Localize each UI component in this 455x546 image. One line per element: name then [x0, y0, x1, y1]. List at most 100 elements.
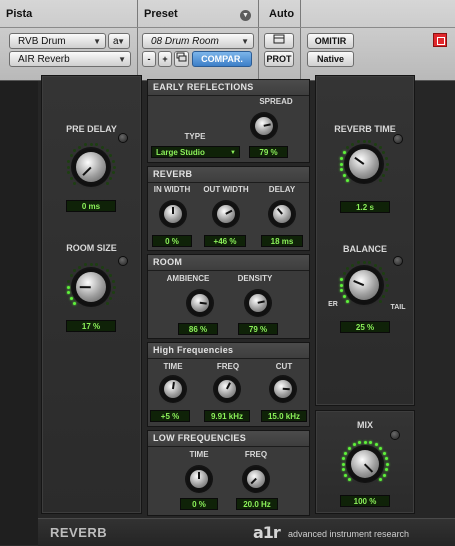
level-indicator-dot — [342, 295, 346, 298]
preset-next-button[interactable]: + — [158, 51, 172, 67]
spread-value[interactable]: 79 % — [249, 146, 288, 158]
low-frequencies-section: LOW FREQUENCIES TIME FREQ 0 % 20.0 Hz — [147, 430, 310, 516]
pre-delay-led — [119, 134, 127, 142]
track-selector[interactable]: RVB Drum ▼ — [9, 33, 106, 49]
ambience-value[interactable]: 86 % — [178, 323, 218, 335]
lf-time-label: TIME — [189, 450, 209, 459]
preset-name: 08 Drum Room — [151, 36, 219, 47]
balance-value[interactable]: 25 % — [340, 321, 390, 333]
level-indicator-dot — [342, 151, 346, 154]
hf-cut-label: CUT — [275, 362, 293, 371]
level-indicator-dot — [378, 267, 382, 271]
level-indicator-dot — [384, 456, 388, 460]
in-width-value[interactable]: 0 % — [152, 235, 192, 247]
level-indicator-dot — [378, 299, 382, 303]
lf-time-value[interactable]: 0 % — [180, 498, 218, 510]
level-indicator-dot — [378, 178, 382, 182]
omitir-button[interactable]: OMITIR — [307, 33, 354, 49]
level-indicator-dot — [101, 265, 104, 269]
level-indicator-dot — [89, 142, 93, 146]
level-indicator-dot — [363, 440, 367, 444]
level-indicator-dot — [95, 263, 99, 267]
level-indicator-dot — [342, 174, 346, 177]
level-indicator-dot — [69, 177, 73, 180]
level-indicator-dot — [379, 446, 383, 450]
level-indicator-dot — [340, 168, 344, 172]
right-column: REVERB TIME 1.2 s BALANCE ER TAIL 25 % — [315, 75, 415, 406]
high-frequencies-section: High Frequencies TIME FREQ CUT +5 % 9.91… — [147, 342, 310, 427]
level-indicator-dot — [101, 145, 104, 149]
level-indicator-dot — [378, 146, 382, 150]
preset-selector[interactable]: 08 Drum Room ▼ — [142, 33, 254, 49]
level-indicator-dot — [382, 451, 386, 455]
level-indicator-dot — [346, 178, 350, 182]
mix-value[interactable]: 100 % — [340, 495, 390, 507]
out-width-value[interactable]: +46 % — [204, 235, 246, 247]
balance-label: BALANCE — [343, 244, 387, 254]
hf-time-value[interactable]: +5 % — [150, 410, 190, 422]
knob-cap — [273, 205, 291, 223]
type-selector[interactable]: Large Studio ▼ — [151, 146, 240, 158]
plugin-selector[interactable]: AIR Reverb ▼ — [9, 51, 131, 67]
level-indicator-dot — [384, 168, 388, 172]
level-indicator-dot — [385, 462, 389, 466]
level-indicator-dot — [340, 156, 344, 160]
level-indicator-dot — [105, 269, 109, 273]
preset-menu-icon[interactable]: ▼ — [240, 10, 251, 21]
level-indicator-dot — [339, 283, 343, 287]
hf-time-label: TIME — [163, 362, 183, 371]
chevron-down-icon: ▼ — [118, 55, 126, 64]
level-indicator-dot — [67, 291, 71, 295]
level-indicator-dot — [382, 473, 386, 477]
balance-tail-label: TAIL — [390, 304, 406, 311]
preset-previous-button[interactable]: - — [142, 51, 156, 67]
lf-freq-label: FREQ — [244, 450, 268, 459]
level-indicator-dot — [369, 441, 373, 445]
level-indicator-dot — [368, 261, 372, 265]
level-indicator-dot — [342, 272, 346, 275]
hf-freq-value[interactable]: 9.91 kHz — [204, 410, 250, 422]
level-indicator-dot — [351, 142, 354, 146]
channel-selector[interactable]: a ▼ — [108, 33, 130, 49]
level-indicator-dot — [112, 165, 116, 169]
copy-settings-icon[interactable] — [174, 51, 189, 67]
level-indicator-dot — [382, 174, 386, 177]
track-label: Pista — [6, 8, 33, 20]
level-indicator-dot — [109, 154, 113, 157]
lf-freq-value[interactable]: 20.0 Hz — [236, 498, 278, 510]
compare-button[interactable]: COMPAR. — [192, 51, 252, 67]
native-button[interactable]: Native — [307, 51, 354, 67]
room-size-value[interactable]: 17 % — [66, 320, 116, 332]
window-icon — [437, 37, 445, 45]
hf-cut-value[interactable]: 15.0 kHz — [261, 410, 307, 422]
mix-led — [391, 431, 399, 439]
low-frequencies-title: LOW FREQUENCIES — [148, 431, 309, 447]
level-indicator-dot — [66, 165, 70, 169]
level-indicator-dot — [69, 154, 73, 157]
density-value[interactable]: 79 % — [238, 323, 278, 335]
room-size-label: ROOM SIZE — [66, 243, 117, 253]
preset-label: Preset — [144, 8, 178, 20]
pre-delay-value[interactable]: 0 ms — [66, 200, 116, 212]
automation-window-icon[interactable] — [264, 33, 294, 49]
level-indicator-dot — [105, 181, 109, 185]
auto-label: Auto — [269, 8, 295, 20]
level-indicator-dot — [67, 159, 71, 163]
level-indicator-dot — [342, 468, 346, 472]
in-width-label: IN WIDTH — [153, 185, 191, 194]
level-indicator-dot — [385, 283, 389, 287]
level-indicator-dot — [342, 456, 346, 460]
level-indicator-dot — [109, 274, 113, 277]
plugin-name: AIR Reverb — [18, 54, 70, 65]
knob-pointer — [79, 285, 92, 288]
knob-pointer — [198, 472, 200, 479]
air-logo: a1r — [253, 523, 281, 542]
level-indicator-dot — [356, 261, 360, 265]
close-plugin-button[interactable] — [433, 33, 447, 47]
reverb-time-value[interactable]: 1.2 s — [340, 201, 390, 213]
delay-value[interactable]: 18 ms — [261, 235, 303, 247]
prot-button[interactable]: PROT — [264, 51, 294, 67]
level-indicator-dot — [105, 301, 109, 305]
level-indicator-dot — [67, 171, 71, 175]
level-indicator-dot — [382, 295, 386, 298]
